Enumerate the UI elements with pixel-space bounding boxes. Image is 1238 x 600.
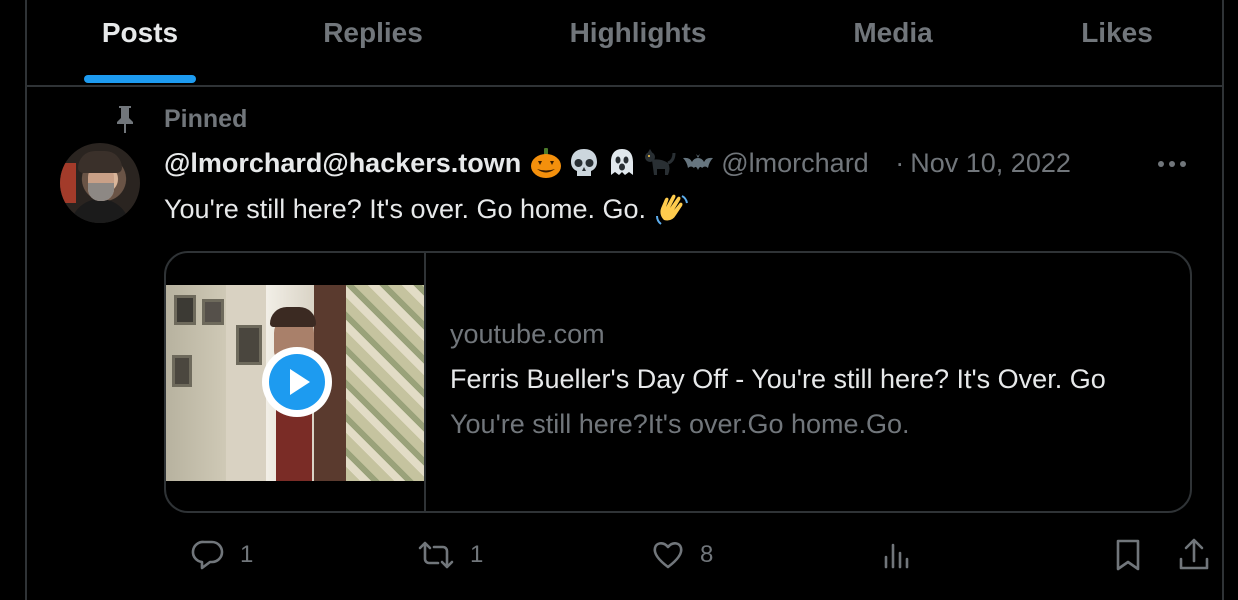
card-text: youtube.com Ferris Bueller's Day Off - Y… [450, 319, 1172, 440]
play-button[interactable] [262, 347, 332, 417]
video-thumbnail[interactable] [166, 285, 424, 481]
like-button[interactable]: 8 [650, 537, 713, 573]
avatar[interactable] [60, 143, 140, 223]
card-title: Ferris Bueller's Day Off - You're still … [450, 364, 1106, 394]
pin-icon [117, 106, 133, 133]
name-emojis [529, 146, 715, 180]
reply-button[interactable]: 1 [190, 537, 253, 573]
repost-button[interactable]: 1 [416, 537, 483, 573]
tab-media[interactable]: Media [833, 0, 953, 85]
tab-likes[interactable]: Likes [1067, 0, 1167, 85]
views-button[interactable] [880, 537, 916, 573]
heart-icon [653, 542, 683, 569]
ghost-icon [611, 149, 634, 175]
post-date[interactable]: Nov 10, 2022 [910, 148, 1071, 179]
post-actions: 1 1 8 [164, 537, 1209, 577]
post-body: You're still here? It's over. Go home. G… [164, 190, 692, 228]
reply-count: 1 [240, 541, 254, 568]
waving-hand-icon [656, 194, 689, 225]
more-options-icon[interactable] [1155, 150, 1189, 178]
post-text: You're still here? It's over. Go home. G… [164, 193, 647, 224]
profile-tabs: Posts Replies Highlights Media Likes [27, 0, 1222, 87]
bookmark-button[interactable] [1110, 537, 1146, 573]
separator-dot: · [895, 147, 905, 178]
bat-icon [683, 154, 714, 170]
skull-icon [571, 149, 598, 176]
analytics-icon [884, 543, 909, 569]
card-divider [424, 253, 426, 511]
share-icon [1179, 538, 1209, 570]
tab-posts[interactable]: Posts [83, 0, 197, 85]
active-tab-indicator [84, 75, 196, 83]
jack-o-lantern-icon [531, 148, 562, 178]
link-card[interactable]: youtube.com Ferris Bueller's Day Off - Y… [164, 251, 1192, 513]
reply-icon [191, 540, 224, 570]
repost-icon [418, 541, 454, 569]
tab-highlights[interactable]: Highlights [547, 0, 729, 85]
pinned-indicator: Pinned [112, 104, 247, 134]
like-count: 8 [700, 541, 714, 568]
black-cat-icon [645, 149, 676, 175]
profile-timeline: Posts Replies Highlights Media Likes Pin… [25, 0, 1224, 600]
user-handle[interactable]: @lmorchard [721, 148, 887, 179]
display-name[interactable]: @lmorchard@hackers.town [164, 148, 521, 179]
post-header: @lmorchard@hackers.town @lmorchard · Nov… [164, 143, 1174, 183]
share-button[interactable] [1176, 537, 1212, 573]
pinned-label: Pinned [164, 104, 248, 133]
card-description: You're still here?It's over.Go home.Go. [450, 409, 910, 439]
bookmark-icon [1116, 539, 1140, 571]
repost-count: 1 [470, 541, 484, 568]
tab-replies[interactable]: Replies [305, 0, 441, 85]
play-icon [269, 354, 325, 410]
card-domain: youtube.com [450, 319, 605, 349]
